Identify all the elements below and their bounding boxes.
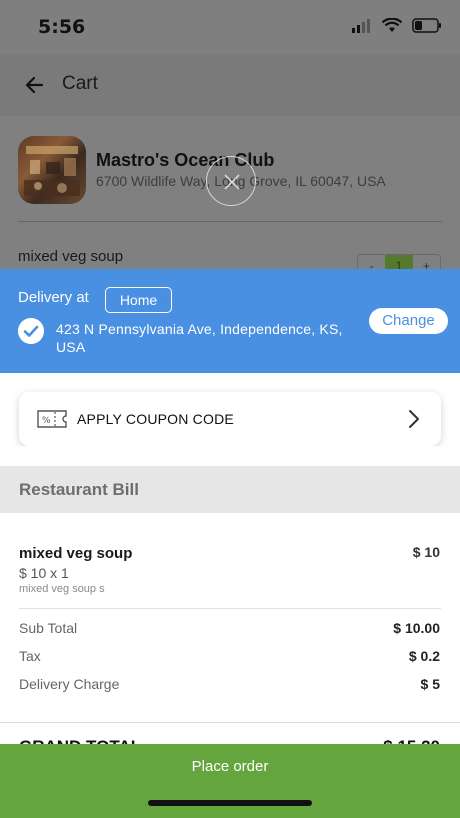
subtotal-value: $ 10.00 bbox=[393, 620, 440, 636]
cart-summary-dimmed: Mastro's Ocean Club 6700 Wildlife Way, L… bbox=[0, 116, 460, 272]
address-type-badge: Home bbox=[105, 287, 172, 313]
bill-item-qty: $ 10 x 1 bbox=[19, 565, 69, 581]
page-title: Cart bbox=[62, 73, 98, 94]
delivery-label: Delivery at bbox=[18, 289, 89, 306]
coupon-label: APPLY COUPON CODE bbox=[77, 411, 234, 427]
app-header: Cart bbox=[0, 54, 460, 116]
change-address-button[interactable]: Change bbox=[369, 308, 448, 334]
tax-value: $ 0.2 bbox=[408, 648, 440, 664]
tax-label: Tax bbox=[19, 648, 41, 664]
coupon-icon: % bbox=[37, 410, 67, 428]
delivery-charge-label: Delivery Charge bbox=[19, 676, 120, 692]
divider bbox=[19, 608, 441, 609]
check-circle-icon bbox=[18, 318, 44, 344]
place-order-button[interactable]: Place order bbox=[0, 744, 460, 818]
cart-item-name: mixed veg soup bbox=[18, 248, 124, 265]
battery-icon bbox=[412, 18, 441, 33]
restaurant-image bbox=[18, 136, 86, 204]
bill-item-name: mixed veg soup bbox=[19, 545, 133, 562]
status-icons bbox=[352, 18, 442, 33]
delivery-charge-value: $ 5 bbox=[420, 676, 440, 692]
home-indicator bbox=[148, 800, 312, 806]
delivery-address: 423 N Pennsylvania Ave, Independence, KS… bbox=[56, 321, 343, 355]
svg-text:%: % bbox=[42, 416, 51, 426]
tax-row: Tax $ 0.2 bbox=[19, 648, 440, 666]
divider bbox=[0, 722, 460, 723]
chevron-right-icon bbox=[409, 410, 419, 428]
apply-coupon-button[interactable]: % APPLY COUPON CODE bbox=[19, 392, 441, 446]
bill-title: Restaurant Bill bbox=[19, 480, 139, 499]
close-icon bbox=[224, 174, 240, 190]
subtotal-label: Sub Total bbox=[19, 620, 78, 636]
bill-item-note: mixed veg soup s bbox=[19, 583, 105, 595]
signal-icon bbox=[352, 18, 370, 33]
bill-header: Restaurant Bill bbox=[0, 466, 460, 513]
close-button[interactable] bbox=[206, 156, 256, 206]
place-order-label: Place order bbox=[191, 758, 269, 775]
back-arrow-icon[interactable] bbox=[22, 72, 48, 98]
status-bar: 5:56 bbox=[0, 0, 460, 54]
status-time: 5:56 bbox=[38, 16, 86, 38]
divider bbox=[18, 221, 442, 222]
section-spacer bbox=[0, 446, 460, 466]
wifi-icon bbox=[382, 18, 402, 32]
subtotal-row: Sub Total $ 10.00 bbox=[19, 620, 440, 638]
delivery-address-panel: Delivery at Home 423 N Pennsylvania Ave,… bbox=[0, 269, 460, 373]
delivery-charge-row: Delivery Charge $ 5 bbox=[19, 676, 440, 694]
bill-item-price: $ 10 bbox=[412, 544, 440, 560]
